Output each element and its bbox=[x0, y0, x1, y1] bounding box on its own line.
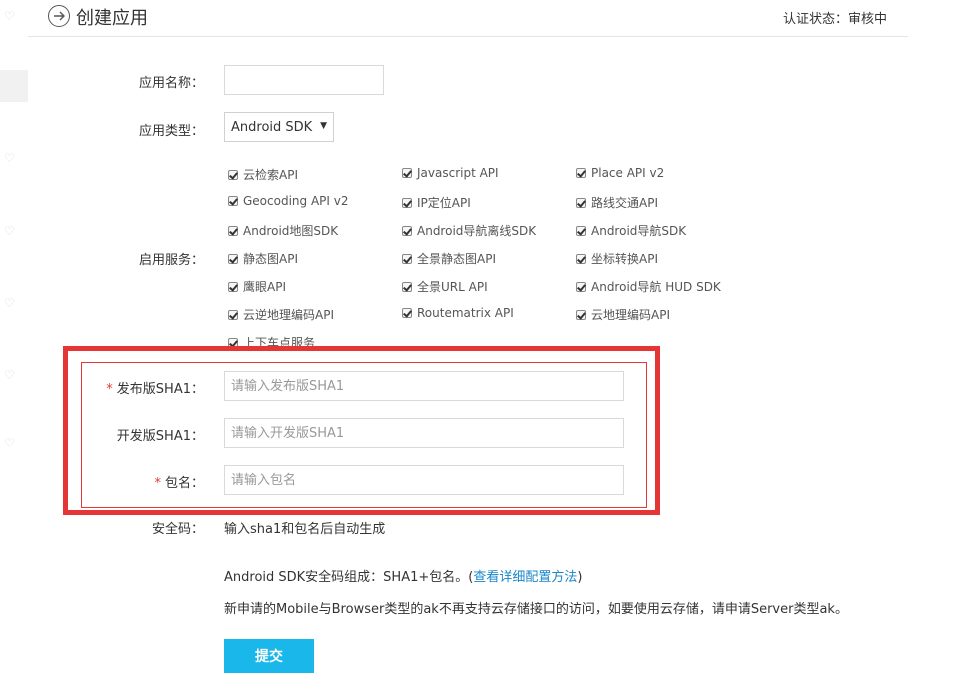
release-sha1-input[interactable] bbox=[224, 371, 624, 401]
auth-status-value: 审核中 bbox=[847, 12, 887, 27]
checkbox-checked-icon[interactable] bbox=[402, 198, 412, 208]
note-suffix: ) bbox=[577, 570, 583, 585]
service-checkbox[interactable]: 鹰眼API bbox=[228, 278, 286, 295]
checkbox-checked-icon[interactable] bbox=[228, 226, 238, 236]
service-label: 全景静态图API bbox=[417, 252, 496, 266]
service-checkbox[interactable]: 云检索API bbox=[228, 166, 298, 183]
checkbox-checked-icon[interactable] bbox=[576, 226, 586, 236]
service-checkbox[interactable]: Routematrix API bbox=[402, 306, 514, 320]
service-label: Javascript API bbox=[417, 166, 499, 180]
config-method-link[interactable]: 查看详细配置方法 bbox=[473, 570, 577, 585]
service-label: 云地理编码API bbox=[591, 308, 670, 322]
checkbox-checked-icon[interactable] bbox=[576, 168, 586, 178]
service-checkbox[interactable]: 坐标转换API bbox=[576, 250, 658, 267]
service-checkbox[interactable]: 云逆地理编码API bbox=[228, 306, 334, 323]
service-checkbox[interactable]: IP定位API bbox=[402, 194, 471, 211]
service-label: 坐标转换API bbox=[591, 252, 658, 266]
service-label: IP定位API bbox=[417, 196, 471, 210]
security-code-note: Android SDK安全码组成：SHA1+包名。(查看详细配置方法) bbox=[224, 566, 582, 585]
service-label: 云逆地理编码API bbox=[243, 308, 334, 322]
package-name-label: * 包名： bbox=[4, 472, 204, 491]
checkbox-checked-icon[interactable] bbox=[576, 254, 586, 264]
service-label: 全景URL API bbox=[417, 280, 488, 294]
checkbox-checked-icon[interactable] bbox=[228, 170, 238, 180]
service-checkbox[interactable]: 静态图API bbox=[228, 250, 298, 267]
service-checkbox[interactable]: Android地图SDK bbox=[228, 222, 338, 239]
checkbox-checked-icon[interactable] bbox=[576, 310, 586, 320]
checkbox-checked-icon[interactable] bbox=[228, 254, 238, 264]
release-sha1-label-text: 发布版SHA1： bbox=[116, 382, 204, 397]
checkbox-checked-icon[interactable] bbox=[576, 282, 586, 292]
note-prefix: Android SDK安全码组成：SHA1+包名。( bbox=[224, 570, 474, 585]
service-label: Android导航 HUD SDK bbox=[591, 280, 721, 294]
checkbox-checked-icon[interactable] bbox=[402, 226, 412, 236]
required-mark: * bbox=[154, 476, 161, 491]
app-type-selected-value: Android SDK bbox=[231, 120, 313, 135]
app-type-label: 应用类型： bbox=[138, 124, 204, 139]
heart-icon[interactable]: ♡ bbox=[4, 225, 15, 237]
app-type-select[interactable]: Android SDK ▼ bbox=[224, 112, 334, 142]
page-title: 创建应用 bbox=[76, 8, 148, 29]
back-arrow-icon[interactable] bbox=[48, 5, 70, 27]
security-code-value: 输入sha1和包名后自动生成 bbox=[224, 522, 386, 537]
service-label: 静态图API bbox=[243, 252, 298, 266]
app-name-input[interactable] bbox=[224, 65, 384, 95]
checkbox-checked-icon[interactable] bbox=[576, 198, 586, 208]
checkbox-checked-icon[interactable] bbox=[402, 282, 412, 292]
security-code-label: 安全码： bbox=[151, 522, 204, 537]
dev-sha1-label: 开发版SHA1： bbox=[116, 429, 204, 444]
service-checkbox[interactable]: 全景静态图API bbox=[402, 250, 496, 267]
heart-icon[interactable]: ♡ bbox=[4, 152, 15, 164]
service-checkbox[interactable]: Place API v2 bbox=[576, 166, 664, 180]
service-checkbox[interactable]: Android导航 HUD SDK bbox=[576, 278, 721, 295]
service-checkbox[interactable]: 路线交通API bbox=[576, 194, 658, 211]
service-checkbox[interactable]: Geocoding API v2 bbox=[228, 194, 349, 208]
storage-notice: 新申请的Mobile与Browser类型的ak不再支持云存储接口的访问，如要使用… bbox=[224, 602, 848, 617]
checkbox-checked-icon[interactable] bbox=[228, 310, 238, 320]
checkbox-checked-icon[interactable] bbox=[228, 196, 238, 206]
service-label: 云检索API bbox=[243, 168, 298, 182]
app-name-label: 应用名称： bbox=[138, 76, 204, 91]
package-name-input[interactable] bbox=[224, 465, 624, 495]
service-checkbox[interactable]: Android导航离线SDK bbox=[402, 222, 536, 239]
dropdown-caret-icon: ▼ bbox=[320, 121, 327, 131]
page-header: 创建应用 认证状态：审核中 bbox=[28, 0, 908, 37]
checkbox-checked-icon[interactable] bbox=[402, 308, 412, 318]
service-label: Android导航离线SDK bbox=[417, 224, 537, 238]
release-sha1-label: * 发布版SHA1： bbox=[4, 378, 204, 397]
service-checkbox[interactable]: 云地理编码API bbox=[576, 306, 670, 323]
auth-status: 认证状态：审核中 bbox=[783, 8, 887, 27]
package-name-label-text: 包名： bbox=[164, 476, 204, 491]
service-label: Android导航SDK bbox=[591, 224, 687, 238]
service-label: 鹰眼API bbox=[243, 280, 286, 294]
service-checkbox[interactable]: 全景URL API bbox=[402, 278, 488, 295]
checkbox-checked-icon[interactable] bbox=[228, 282, 238, 292]
auth-status-label: 认证状态： bbox=[782, 12, 848, 27]
service-checkbox[interactable]: Javascript API bbox=[402, 166, 499, 180]
service-label: Android地图SDK bbox=[243, 224, 339, 238]
required-mark: * bbox=[106, 382, 113, 397]
heart-icon[interactable]: ♡ bbox=[4, 10, 15, 22]
checkbox-checked-icon[interactable] bbox=[402, 254, 412, 264]
service-label: Routematrix API bbox=[417, 306, 514, 320]
heart-icon[interactable]: ♡ bbox=[4, 297, 15, 309]
service-label: Geocoding API v2 bbox=[243, 194, 349, 208]
dev-sha1-input[interactable] bbox=[224, 418, 624, 448]
service-checkbox[interactable]: Android导航SDK bbox=[576, 222, 686, 239]
service-label: Place API v2 bbox=[591, 166, 665, 180]
services-label: 启用服务： bbox=[138, 253, 204, 268]
checkbox-checked-icon[interactable] bbox=[402, 168, 412, 178]
submit-button[interactable]: 提交 bbox=[224, 639, 314, 673]
left-sidebar-rail: ♡ ♡ ♡ ♡ ♡ ♡ bbox=[0, 0, 28, 684]
service-label: 路线交通API bbox=[591, 196, 658, 210]
